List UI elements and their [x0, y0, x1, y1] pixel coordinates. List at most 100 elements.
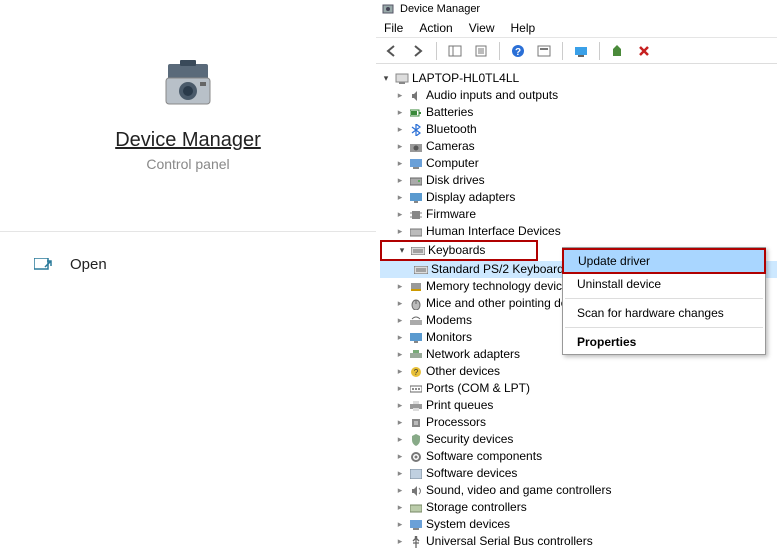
- caret-right-icon[interactable]: [394, 141, 406, 153]
- category-sound[interactable]: Sound, video and game controllers: [380, 482, 777, 499]
- window-titlebar: Device Manager: [376, 0, 777, 18]
- result-title[interactable]: Device Manager: [115, 129, 261, 152]
- menu-file[interactable]: File: [384, 21, 403, 35]
- caret-right-icon[interactable]: [394, 90, 406, 102]
- caret-right-icon[interactable]: [394, 400, 406, 412]
- caret-down-icon[interactable]: [396, 245, 408, 257]
- caret-right-icon[interactable]: [394, 158, 406, 170]
- caret-right-icon[interactable]: [394, 434, 406, 446]
- category-batteries[interactable]: Batteries: [380, 104, 777, 121]
- properties-button[interactable]: [471, 41, 491, 61]
- menu-separator: [565, 327, 763, 328]
- caret-right-icon[interactable]: [394, 366, 406, 378]
- caret-right-icon[interactable]: [394, 209, 406, 221]
- caret-right-icon[interactable]: [394, 468, 406, 480]
- menu-uninstall-device[interactable]: Uninstall device: [563, 273, 765, 295]
- category-cameras[interactable]: Cameras: [380, 138, 777, 155]
- software-icon: [409, 468, 423, 480]
- category-system[interactable]: System devices: [380, 516, 777, 533]
- category-ports[interactable]: Ports (COM & LPT): [380, 380, 777, 397]
- menu-help[interactable]: Help: [511, 21, 536, 35]
- forward-button[interactable]: [408, 41, 428, 61]
- category-usb[interactable]: Universal Serial Bus controllers: [380, 533, 777, 550]
- gear-icon: [409, 451, 423, 463]
- menu-view[interactable]: View: [469, 21, 495, 35]
- caret-right-icon[interactable]: [394, 192, 406, 204]
- disk-icon: [409, 175, 423, 187]
- scan-hardware-button[interactable]: [571, 41, 591, 61]
- caret-right-icon[interactable]: [394, 107, 406, 119]
- memory-icon: [409, 281, 423, 293]
- caret-right-icon[interactable]: [394, 451, 406, 463]
- svg-text:?: ?: [515, 47, 521, 58]
- category-display[interactable]: Display adapters: [380, 189, 777, 206]
- window-icon: [382, 3, 394, 15]
- category-keyboards[interactable]: Keyboards: [380, 240, 538, 261]
- open-action[interactable]: Open: [34, 256, 376, 273]
- category-computer[interactable]: Computer: [380, 155, 777, 172]
- category-bluetooth[interactable]: Bluetooth: [380, 121, 777, 138]
- camera-icon: [409, 141, 423, 153]
- hid-icon: [409, 226, 423, 238]
- caret-right-icon[interactable]: [394, 349, 406, 361]
- update-driver-button[interactable]: [608, 41, 628, 61]
- context-menu: Update driver Uninstall device Scan for …: [562, 247, 766, 355]
- bluetooth-icon: [409, 124, 423, 136]
- caret-right-icon[interactable]: [394, 124, 406, 136]
- category-disk[interactable]: Disk drives: [380, 172, 777, 189]
- action-button[interactable]: [534, 41, 554, 61]
- caret-right-icon[interactable]: [394, 298, 406, 310]
- category-firmware[interactable]: Firmware: [380, 206, 777, 223]
- menu-update-driver[interactable]: Update driver: [562, 248, 766, 274]
- open-icon: [34, 258, 52, 272]
- speaker-icon: [409, 485, 423, 497]
- show-hide-tree-button[interactable]: [445, 41, 465, 61]
- caret-right-icon[interactable]: [394, 519, 406, 531]
- monitor-icon: [409, 332, 423, 344]
- result-actions: Open: [0, 232, 376, 273]
- caret-right-icon[interactable]: [394, 383, 406, 395]
- menu-action[interactable]: Action: [419, 21, 452, 35]
- category-other[interactable]: ?Other devices: [380, 363, 777, 380]
- window-title: Device Manager: [400, 3, 480, 15]
- caret-right-icon[interactable]: [394, 485, 406, 497]
- category-processors[interactable]: Processors: [380, 414, 777, 431]
- caret-right-icon[interactable]: [394, 536, 406, 548]
- usb-icon: [409, 536, 423, 548]
- menu-properties[interactable]: Properties: [563, 331, 765, 353]
- security-icon: [409, 434, 423, 446]
- caret-right-icon[interactable]: [394, 502, 406, 514]
- toolbar: ?: [376, 38, 777, 64]
- help-button[interactable]: ?: [508, 41, 528, 61]
- pc-icon: [409, 158, 423, 170]
- open-label: Open: [70, 256, 107, 273]
- category-software-components[interactable]: Software components: [380, 448, 777, 465]
- caret-right-icon[interactable]: [394, 281, 406, 293]
- category-print[interactable]: Print queues: [380, 397, 777, 414]
- category-hid[interactable]: Human Interface Devices: [380, 223, 777, 240]
- toolbar-separator: [436, 42, 437, 60]
- category-audio[interactable]: Audio inputs and outputs: [380, 87, 777, 104]
- tree-root[interactable]: LAPTOP-HL0TL4LL: [380, 70, 777, 87]
- system-icon: [409, 519, 423, 531]
- caret-down-icon[interactable]: [380, 73, 392, 85]
- caret-right-icon[interactable]: [394, 315, 406, 327]
- caret-right-icon[interactable]: [394, 417, 406, 429]
- category-software-devices[interactable]: Software devices: [380, 465, 777, 482]
- menu-separator: [565, 298, 763, 299]
- root-label: LAPTOP-HL0TL4LL: [412, 70, 519, 87]
- caret-right-icon[interactable]: [394, 175, 406, 187]
- menu-scan-hardware[interactable]: Scan for hardware changes: [563, 302, 765, 324]
- category-storage[interactable]: Storage controllers: [380, 499, 777, 516]
- caret-right-icon[interactable]: [394, 332, 406, 344]
- menu-bar: File Action View Help: [376, 18, 777, 38]
- search-result-panel: Device Manager Control panel Open: [0, 0, 376, 526]
- category-security[interactable]: Security devices: [380, 431, 777, 448]
- back-button[interactable]: [382, 41, 402, 61]
- uninstall-button[interactable]: [634, 41, 654, 61]
- mouse-icon: [409, 298, 423, 310]
- result-card: Device Manager Control panel: [0, 0, 376, 232]
- svg-text:?: ?: [414, 368, 419, 377]
- caret-right-icon[interactable]: [394, 226, 406, 238]
- network-icon: [409, 349, 423, 361]
